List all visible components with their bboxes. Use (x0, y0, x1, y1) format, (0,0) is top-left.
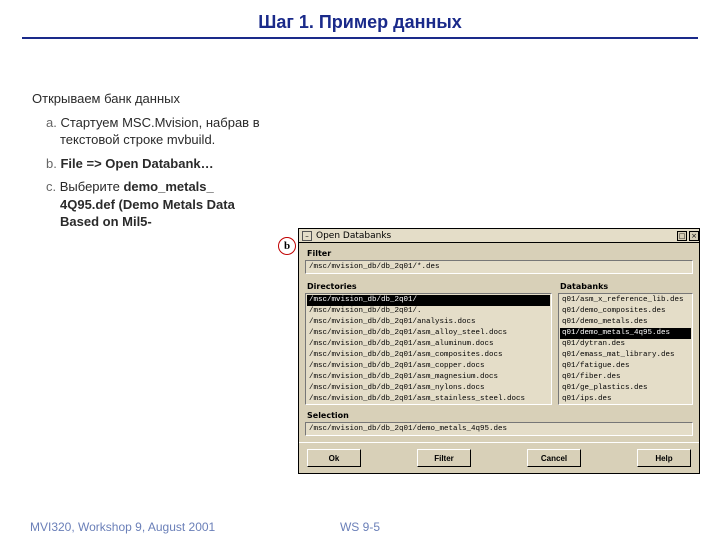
list-item[interactable]: q01/ips.des (560, 394, 691, 405)
step-b-bold: File => Open Databank… (60, 156, 213, 171)
list-item[interactable]: /msc/mvision_db/db_2q01/asm_magnesium.do… (307, 372, 550, 383)
list-item[interactable]: q01/emass_mat_library.des (560, 350, 691, 361)
directories-label: Directories (307, 282, 552, 291)
slide-title: Шаг 1. Пример данных (0, 12, 720, 33)
list-item[interactable]: q01/ge_plastics.des (560, 383, 691, 394)
open-databanks-dialog: – Open Databanks □ × Filter /msc/mvision… (298, 228, 700, 474)
list-item[interactable]: /msc/mvision_db/db_2q01/asm_composites.d… (307, 350, 550, 361)
databanks-list[interactable]: q01/asm_x_reference_lib.desq01/demo_comp… (558, 293, 693, 405)
step-a: a. Стартуем MSC.Mvision, набрав в тексто… (46, 114, 272, 149)
selection-input[interactable]: /msc/mvision_db/db_2q01/demo_metals_4q95… (305, 422, 693, 436)
marker-c: c. (46, 179, 56, 194)
list-item[interactable]: /msc/mvision_db/db_2q01/asm_nylons.docs (307, 383, 550, 394)
cancel-button[interactable]: Cancel (527, 449, 581, 467)
title-rule (22, 37, 698, 39)
databanks-label: Databanks (560, 282, 693, 291)
filter-label: Filter (307, 249, 693, 258)
help-button[interactable]: Help (637, 449, 691, 467)
list-item[interactable]: q01/asm_x_reference_lib.des (560, 295, 691, 306)
list-item[interactable]: q01/demo_metals_4q95.des (560, 328, 691, 339)
list-item[interactable]: q01/demo_composites.des (560, 306, 691, 317)
step-c: c. Выберите demo_metals_ 4Q95.def (Demo … (46, 178, 272, 231)
dialog-titlebar[interactable]: – Open Databanks □ × (299, 229, 699, 243)
list-item[interactable]: /msc/mvision_db/db_2q01/asm_alloy_steel.… (307, 328, 550, 339)
list-item[interactable]: /msc/mvision_db/db_2q01/asm_stainless_st… (307, 394, 550, 405)
dialog-title: Open Databanks (316, 231, 391, 241)
filter-input[interactable]: /msc/mvision_db/db_2q01/*.des (305, 260, 693, 274)
list-item[interactable]: /msc/mvision_db/db_2q01/. (307, 306, 550, 317)
ok-button[interactable]: Ok (307, 449, 361, 467)
list-item[interactable]: /msc/mvision_db/db_2q01/ (307, 295, 550, 306)
selection-label: Selection (307, 411, 693, 420)
footer-center: WS 9-5 (0, 520, 720, 534)
step-a-pre: Стартуем MSC.Mvision, набрав в текстовой… (60, 115, 260, 148)
step-a-code: mvbuild (167, 132, 212, 147)
step-a-post: . (212, 132, 216, 147)
marker-b: b. (46, 156, 57, 171)
body-text: Открываем банк данных a. Стартуем MSC.Mv… (32, 90, 272, 237)
list-item[interactable]: /msc/mvision_db/db_2q01/analysis.docs (307, 317, 550, 328)
step-b: b. File => Open Databank… (46, 155, 272, 173)
list-item[interactable]: /msc/mvision_db/db_2q01/asm_copper.docs (307, 361, 550, 372)
filter-button[interactable]: Filter (417, 449, 471, 467)
list-item[interactable]: q01/demo_metals.des (560, 317, 691, 328)
intro-text: Открываем банк данных (32, 90, 272, 108)
step-c-pre: Выберите (60, 179, 124, 194)
marker-a: a. (46, 115, 57, 130)
list-item[interactable]: /msc/mvision_db/db_2q01/asm_aluminum.doc… (307, 339, 550, 350)
window-menu-icon[interactable]: – (302, 231, 312, 241)
callout-b: b (278, 237, 296, 255)
directories-list[interactable]: /msc/mvision_db/db_2q01//msc/mvision_db/… (305, 293, 552, 405)
maximize-icon[interactable]: □ (677, 231, 687, 241)
list-item[interactable]: q01/dytran.des (560, 339, 691, 350)
list-item[interactable]: q01/fiber.des (560, 372, 691, 383)
close-icon[interactable]: × (689, 231, 699, 241)
list-item[interactable]: q01/fatigue.des (560, 361, 691, 372)
